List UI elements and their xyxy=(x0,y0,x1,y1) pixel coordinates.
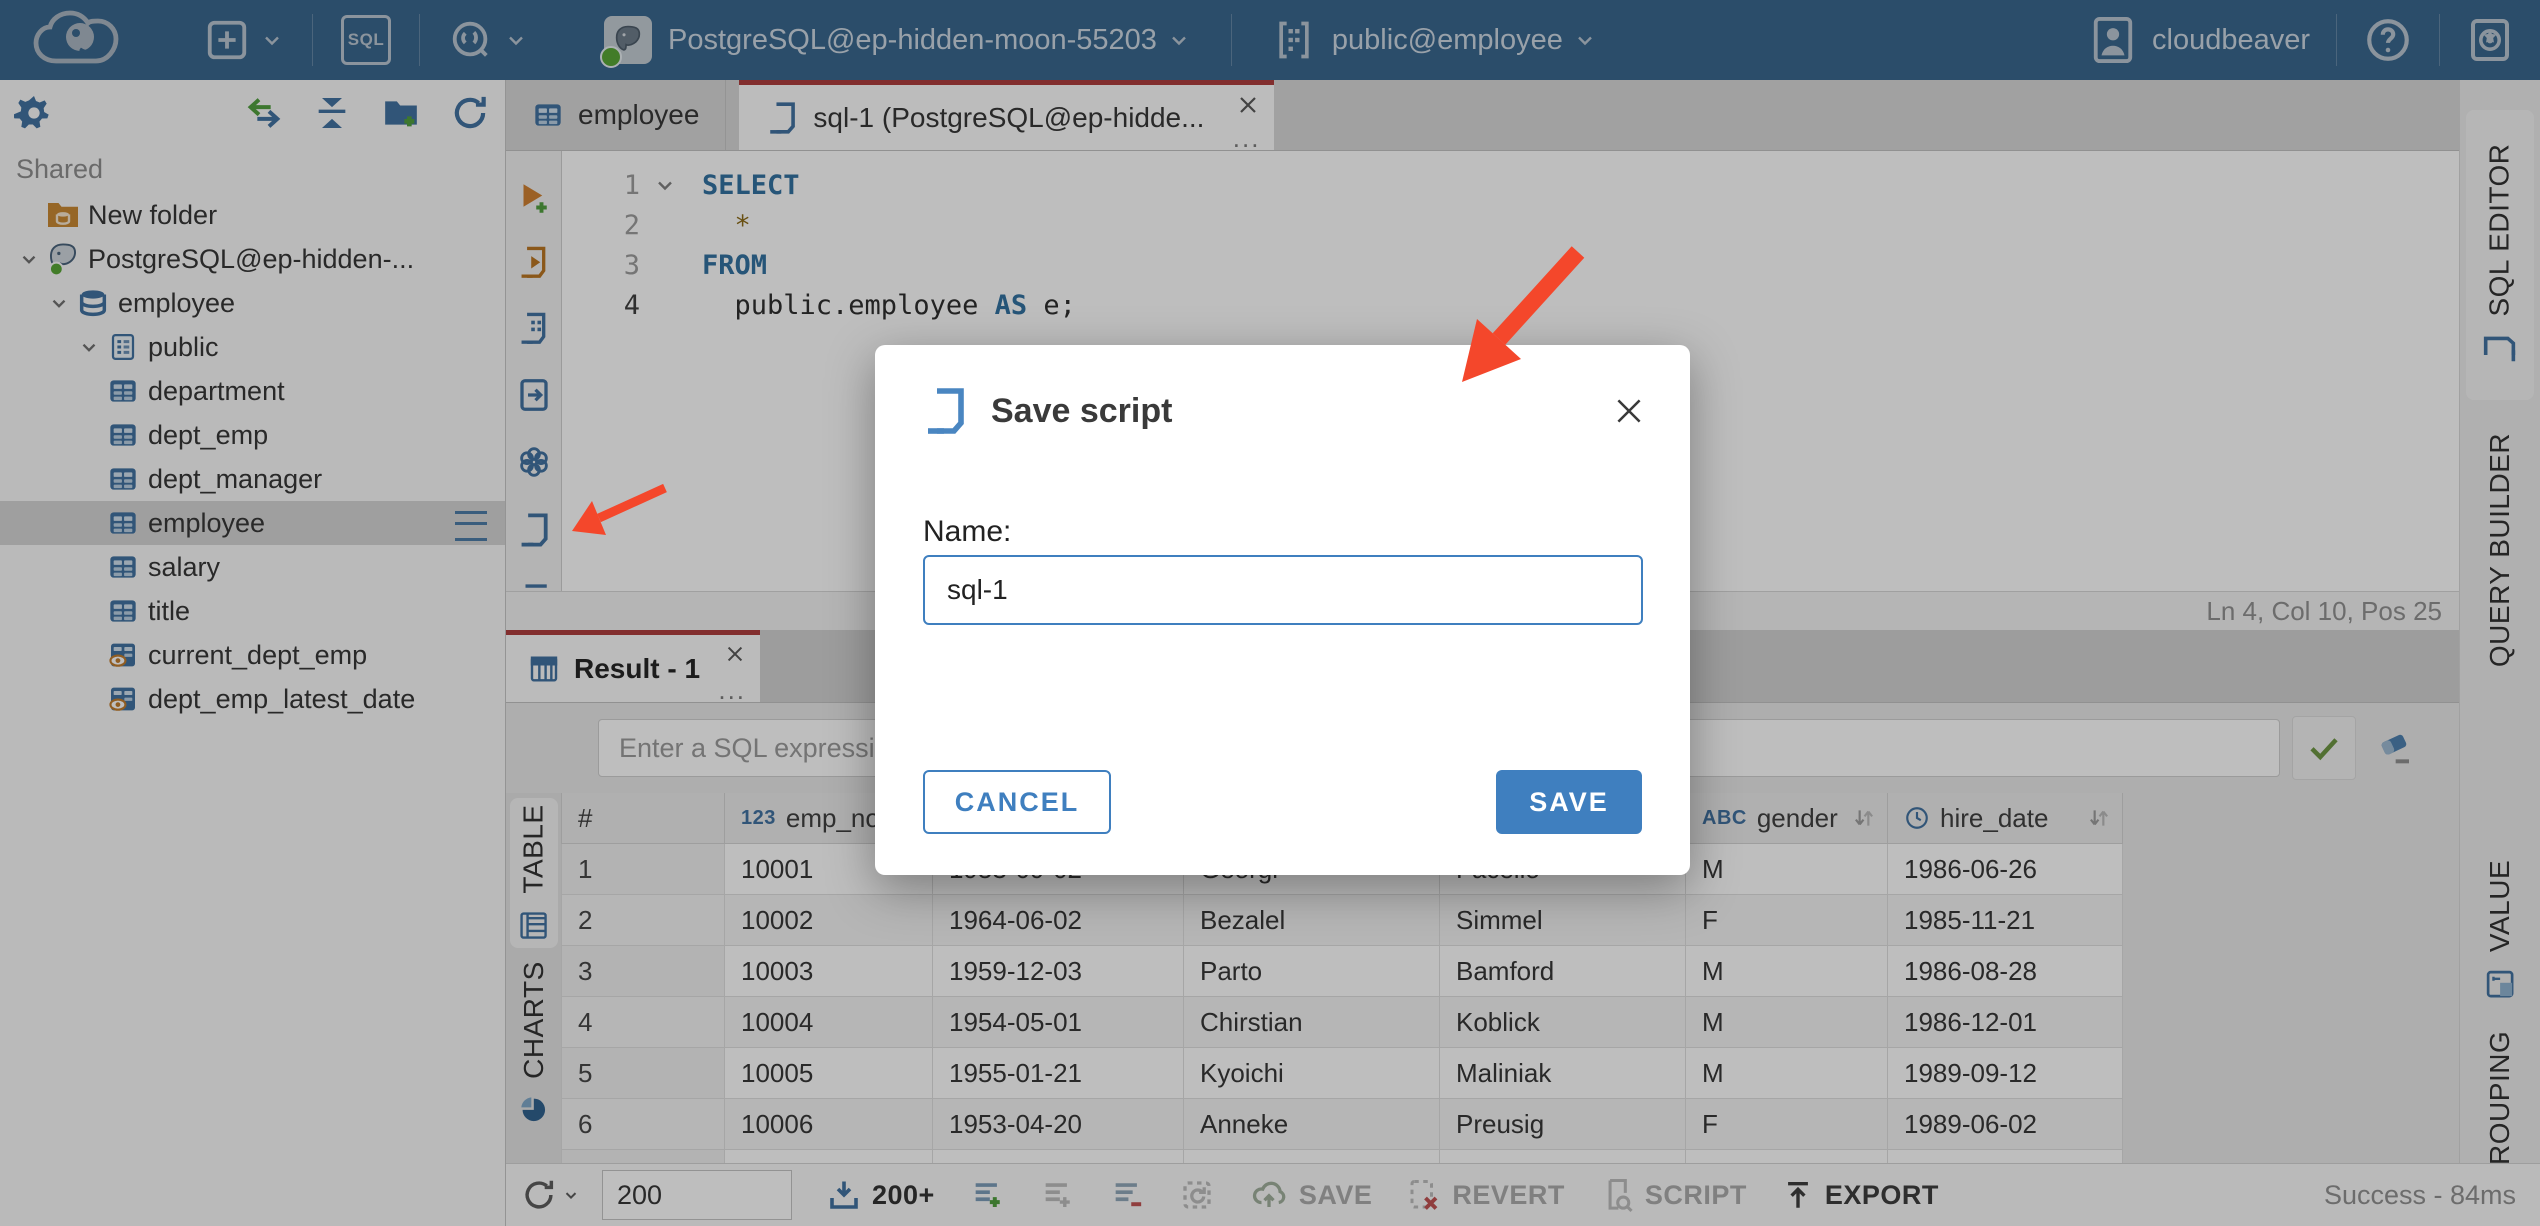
dialog-buttons: CANCEL SAVE xyxy=(923,770,1642,834)
dialog-title: Save script xyxy=(991,391,1173,430)
script-icon xyxy=(921,385,969,437)
save-button[interactable]: SAVE xyxy=(1496,770,1642,834)
close-icon[interactable] xyxy=(1612,394,1646,428)
script-name-input[interactable] xyxy=(923,555,1643,625)
dialog-header: Save script xyxy=(875,345,1690,437)
cloudbeaver-app: SQL PostgreSQL@ep-hidden-moon-55203 publ… xyxy=(0,0,2540,1226)
save-script-dialog: Save script Name: CANCEL SAVE xyxy=(875,345,1690,875)
cancel-button[interactable]: CANCEL xyxy=(923,770,1111,834)
name-field-label: Name: xyxy=(923,515,1012,548)
